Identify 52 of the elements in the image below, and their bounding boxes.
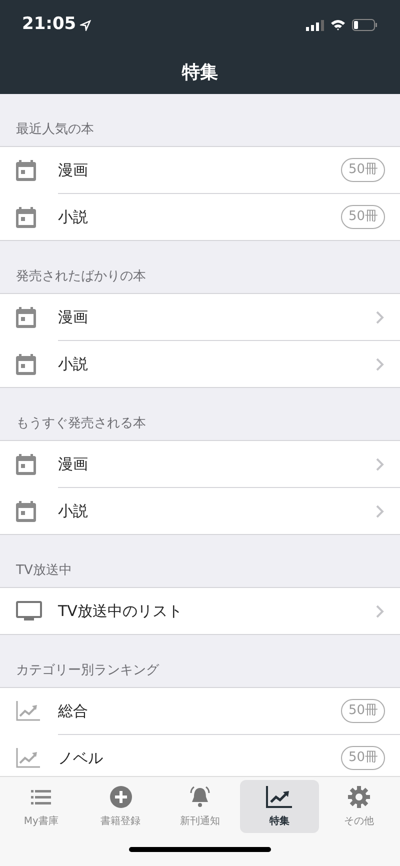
list-row[interactable]: 漫画 50冊 — [0, 147, 400, 193]
location-icon — [80, 20, 92, 30]
list-row[interactable]: 漫画 — [0, 294, 400, 340]
list-row[interactable]: ノベル 50冊 — [0, 735, 400, 776]
bell-icon — [188, 784, 212, 808]
tv-icon — [16, 601, 42, 621]
chevron-icon — [376, 604, 384, 618]
list-row[interactable]: 総合 50冊 — [0, 688, 400, 734]
calendar-icon — [16, 206, 36, 228]
status-time: 21:05 — [22, 13, 76, 36]
signal-icon — [306, 20, 324, 30]
section-header: もうすぐ発売される本 — [16, 414, 146, 432]
count-badge: 50冊 — [341, 205, 385, 229]
list-row[interactable]: TV放送中のリスト — [0, 588, 400, 634]
section-header: TV放送中 — [16, 562, 72, 580]
list-row[interactable]: 小説 — [0, 488, 400, 534]
list-row[interactable]: 小説 — [0, 341, 400, 387]
plus-circle-icon — [110, 786, 132, 808]
battery-icon — [352, 19, 378, 31]
chart-icon — [16, 748, 40, 768]
section-header: 発売されたばかりの本 — [16, 268, 146, 286]
calendar-icon — [16, 500, 36, 522]
chevron-icon — [376, 358, 384, 370]
row-label: 漫画 — [58, 306, 89, 328]
nav-title: 特集 — [182, 60, 218, 84]
calendar-icon — [16, 453, 36, 475]
count-badge: 50冊 — [341, 699, 385, 723]
chevron-icon — [376, 458, 384, 470]
row-label: 小説 — [58, 500, 89, 522]
calendar-icon — [16, 353, 36, 375]
row-label: TV放送中のリスト — [58, 600, 184, 622]
section-header: カテゴリー別ランキング — [16, 662, 159, 680]
row-label: 小説 — [58, 206, 89, 228]
calendar-icon — [16, 159, 36, 181]
row-label: ノベル — [58, 748, 104, 769]
row-label: 漫画 — [58, 454, 89, 475]
wifi-icon — [330, 19, 346, 31]
section-header: 最近人気の本 — [16, 120, 94, 138]
list-icon — [31, 788, 52, 804]
calendar-icon — [16, 306, 36, 328]
chart-icon — [16, 701, 40, 721]
count-badge: 50冊 — [341, 746, 385, 770]
chevron-icon — [376, 310, 384, 324]
row-label: 小説 — [58, 354, 89, 375]
count-badge: 50冊 — [341, 158, 385, 182]
row-label: 漫画 — [58, 160, 89, 181]
list-row[interactable]: 漫画 — [0, 441, 400, 487]
chevron-icon — [376, 504, 384, 518]
row-label: 総合 — [58, 700, 89, 722]
tab-button[interactable]: 特集 — [240, 780, 319, 833]
list-row[interactable]: 小説 50冊 — [0, 194, 400, 240]
chart-icon — [266, 786, 292, 808]
